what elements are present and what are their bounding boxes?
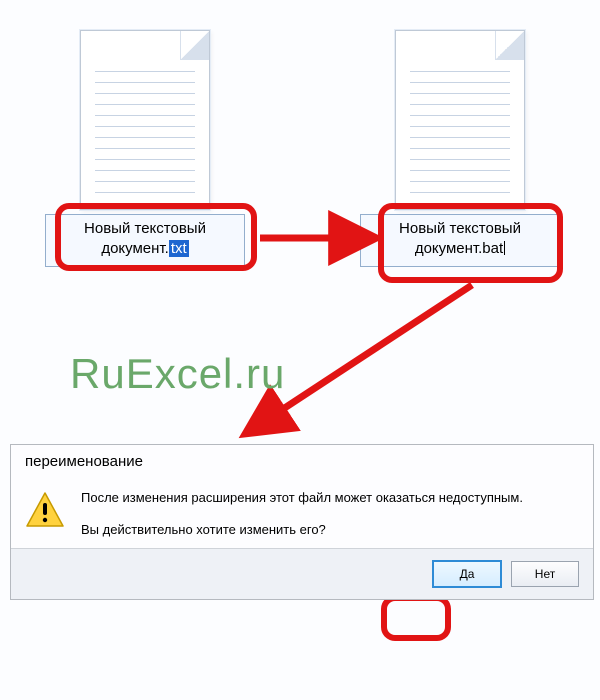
- file-label-txt[interactable]: Новый текстовый документ.txt: [45, 214, 245, 267]
- text-file-icon: [395, 30, 525, 210]
- dialog-title: переименование: [11, 445, 593, 482]
- yes-button[interactable]: Да: [433, 561, 501, 587]
- brand-watermark: RuExcel.ru: [70, 350, 285, 398]
- highlight-box: [381, 595, 451, 641]
- dialog-message: После изменения расширения этот файл мож…: [81, 488, 523, 540]
- dialog-line-2: Вы действительно хотите изменить его?: [81, 520, 523, 540]
- rename-dialog: переименование После изменения расширени…: [10, 444, 594, 600]
- text-file-icon: [80, 30, 210, 210]
- text-caret: [504, 241, 505, 255]
- dialog-footer: Да Нет: [11, 548, 593, 599]
- selected-extension[interactable]: txt: [169, 240, 189, 257]
- dialog-line-1: После изменения расширения этот файл мож…: [81, 488, 523, 508]
- file-name-full: Новый текстовый документ.bat: [399, 220, 521, 257]
- no-button[interactable]: Нет: [511, 561, 579, 587]
- file-item-txt[interactable]: Новый текстовый документ.txt: [45, 30, 245, 267]
- warning-icon: [25, 490, 65, 533]
- file-item-bat[interactable]: Новый текстовый документ.bat: [360, 30, 560, 267]
- file-label-bat[interactable]: Новый текстовый документ.bat: [360, 214, 560, 267]
